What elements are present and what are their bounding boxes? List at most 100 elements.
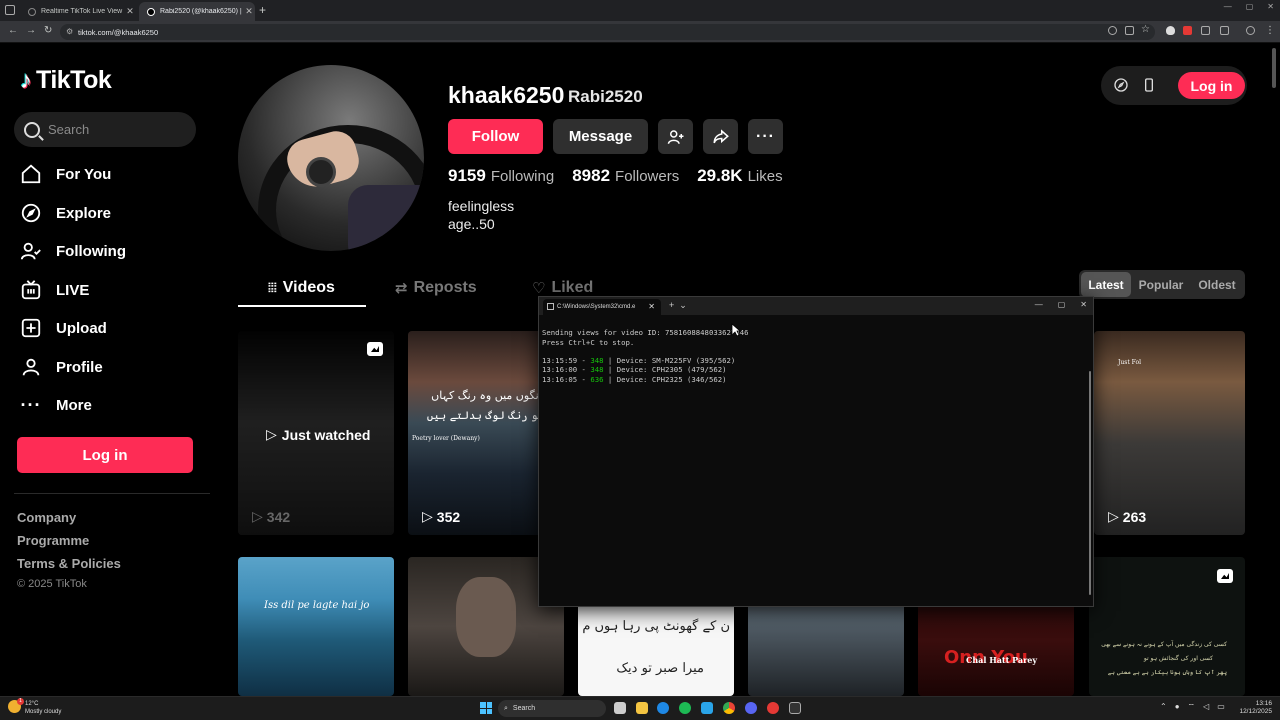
tab-reposts[interactable]: ⇄ Reposts [395, 279, 477, 297]
browser-tab-2[interactable]: Rabi2520 (@khaak6250) | TikTo ✕ [139, 2, 255, 21]
following-stat[interactable]: 9159 Following [448, 166, 554, 186]
page-scrollbar[interactable] [1272, 48, 1276, 88]
overlay-text: میرا صبر تو دیک [616, 661, 704, 676]
browser-tab-1[interactable]: Realtime TikTok Live View Cour ✕ [20, 2, 136, 21]
share-button[interactable] [703, 119, 738, 154]
clock-time: 13:16 [1255, 700, 1272, 707]
sidebar-item-live[interactable]: LIVE [20, 276, 89, 304]
sidebar-item-for-you[interactable]: For You [20, 160, 111, 188]
footer-link-terms[interactable]: Terms & Policies [17, 556, 121, 571]
tab-videos[interactable]: ⦙⦙⦙ Videos [268, 279, 335, 297]
menu-icon[interactable]: ⋮ [1265, 25, 1275, 36]
cmd-count: 348 [590, 356, 604, 366]
app-icon[interactable] [767, 702, 779, 714]
clock[interactable]: 13:16 12/12/2025 [1239, 700, 1272, 716]
app-icon[interactable] [657, 702, 669, 714]
back-icon[interactable]: ← [8, 25, 18, 36]
mouse-cursor-icon [731, 323, 741, 337]
forward-icon[interactable]: → [26, 25, 36, 36]
message-button[interactable]: Message [553, 119, 648, 154]
phone-icon[interactable] [1141, 77, 1157, 93]
video-card[interactable]: Just Fol ▷ 263 [1094, 331, 1245, 535]
extension-icon[interactable] [1183, 26, 1192, 35]
overlay-text: Just Fol [1118, 359, 1142, 366]
extension-icon[interactable] [1201, 26, 1210, 35]
sidebar-login-button[interactable]: Log in [17, 437, 193, 473]
maximize-icon[interactable]: ▢ [1246, 2, 1254, 11]
wifi-icon[interactable]: ⌔ [1188, 702, 1196, 712]
tiktok-logo[interactable]: ♪ TikTok [20, 66, 112, 95]
terminal-icon[interactable] [789, 702, 801, 714]
sidebar-item-following[interactable]: Following [20, 237, 126, 265]
login-button[interactable]: Log in [1178, 72, 1245, 99]
cmd-line: Press Ctrl+C to stop. [542, 337, 635, 347]
task-view-icon[interactable] [614, 702, 626, 714]
cmd-titlebar[interactable]: C:\Windows\System32\cmd.e ✕ + ⌄ — ▢ ✕ [539, 297, 1093, 315]
chevron-up-icon[interactable]: ⌃ [1160, 702, 1167, 712]
bookmark-star-icon[interactable]: ☆ [1141, 24, 1150, 35]
taskbar-search[interactable]: ⌕ Search [498, 700, 606, 717]
cmd-output[interactable]: Sending views for video ID: 758160884803… [542, 319, 748, 403]
play-icon: ▷ [422, 508, 433, 524]
taskbar-search-label: Search [512, 705, 536, 712]
sidebar-item-upload[interactable]: Upload [20, 314, 107, 342]
chrome-icon[interactable] [723, 702, 735, 714]
battery-icon[interactable]: ▭ [1217, 702, 1225, 712]
followers-stat[interactable]: 8982 Followers [572, 166, 679, 186]
cmd-window[interactable]: C:\Windows\System32\cmd.e ✕ + ⌄ — ▢ ✕ Se… [538, 296, 1094, 607]
account-icon[interactable] [1246, 26, 1255, 35]
tiktok-favicon-icon [147, 7, 155, 16]
sort-popular[interactable]: Popular [1135, 272, 1187, 297]
zoom-icon[interactable] [1108, 26, 1117, 35]
tab-liked[interactable]: ♡ Liked [532, 279, 593, 297]
close-window-icon[interactable]: ✕ [1267, 2, 1274, 11]
tab-search-icon[interactable] [5, 5, 15, 15]
search-input[interactable]: Search [14, 112, 196, 147]
close-window-icon[interactable]: ✕ [1080, 300, 1087, 309]
footer-link-company[interactable]: Company [17, 510, 76, 525]
cmd-tab[interactable]: C:\Windows\System32\cmd.e ✕ [543, 299, 661, 315]
weather-desc: Mostly cloudy [25, 709, 62, 715]
tray-app-icon[interactable]: ● [1175, 702, 1180, 712]
spotify-icon[interactable] [679, 702, 691, 714]
add-friend-button[interactable] [658, 119, 693, 154]
new-tab-icon[interactable]: + [259, 3, 266, 17]
new-tab-icon[interactable]: + ⌄ [669, 300, 687, 311]
compass-icon [20, 202, 42, 224]
compass-icon[interactable] [1113, 77, 1129, 93]
app-icon[interactable] [701, 702, 713, 714]
sort-latest[interactable]: Latest [1081, 272, 1131, 297]
overlay-text: Just watched [281, 426, 371, 443]
minimize-icon[interactable]: — [1035, 300, 1043, 309]
shield-extension-icon[interactable] [1166, 26, 1175, 35]
site-info-icon[interactable]: ⚙ [66, 27, 73, 36]
reload-icon[interactable]: ↻ [44, 25, 52, 36]
video-card[interactable]: ▷ Just watched ▷ 342 [238, 331, 394, 535]
minimize-icon[interactable]: — [1224, 2, 1232, 11]
start-icon[interactable] [480, 702, 492, 714]
volume-icon[interactable]: ◁ [1203, 702, 1209, 712]
puzzle-icon[interactable] [1220, 26, 1229, 35]
cast-icon[interactable] [1125, 26, 1134, 35]
discord-icon[interactable] [745, 702, 757, 714]
sidebar-item-more[interactable]: ··· More [20, 391, 92, 419]
file-explorer-icon[interactable] [636, 702, 648, 714]
more-options-button[interactable]: ··· [748, 119, 783, 154]
close-icon[interactable]: ✕ [243, 6, 255, 17]
taskbar: 1 12°C Mostly cloudy ⌕ Search ⌃ ● ⌔ ◁ ▭ … [0, 696, 1280, 720]
cmd-scrollbar[interactable] [1089, 371, 1091, 595]
video-card[interactable]: کسی کی زندگی میں آپ کے ہونے نہ ہونے سے ب… [1089, 557, 1245, 696]
sidebar-item-explore[interactable]: Explore [20, 199, 111, 227]
close-icon[interactable]: ✕ [124, 6, 136, 17]
clock-date: 12/12/2025 [1239, 708, 1272, 715]
close-icon[interactable]: ✕ [648, 302, 655, 311]
weather-widget[interactable]: 1 12°C Mostly cloudy [8, 698, 62, 716]
maximize-icon[interactable]: ▢ [1058, 300, 1066, 309]
footer-link-programme[interactable]: Programme [17, 533, 89, 548]
overlay-text: Chal Hatt Parey [966, 655, 1038, 665]
url-field[interactable]: ⚙ tiktok.com/@khaak6250 [60, 24, 1155, 40]
sort-oldest[interactable]: Oldest [1191, 272, 1243, 297]
video-card[interactable]: Iss dil pe lagte hai jo [238, 557, 394, 696]
sidebar-item-profile[interactable]: Profile [20, 353, 103, 381]
follow-button[interactable]: Follow [448, 119, 543, 154]
